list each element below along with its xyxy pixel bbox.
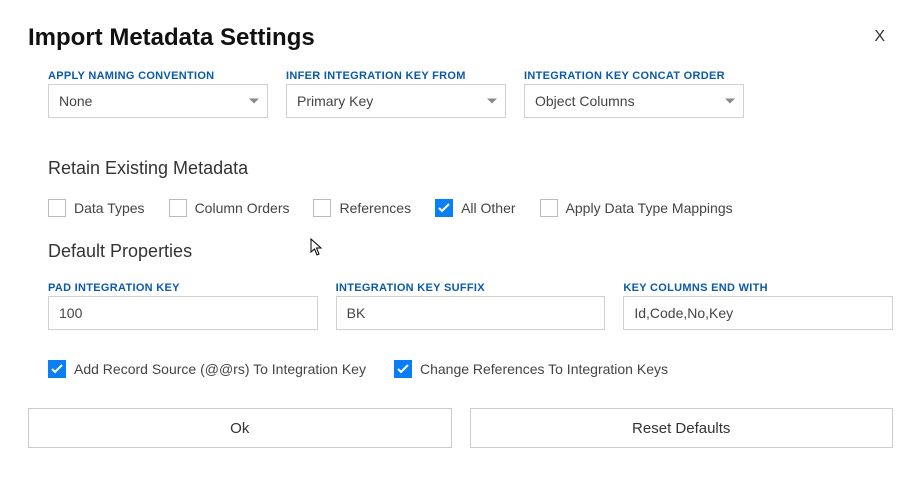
- checkbox-change-refs-label[interactable]: Change References To Integration Keys: [420, 361, 668, 377]
- dialog-title: Import Metadata Settings: [28, 24, 315, 52]
- reset-defaults-button[interactable]: Reset Defaults: [470, 408, 894, 448]
- pad-key-label: PAD INTEGRATION KEY: [48, 282, 318, 294]
- chevron-down-icon: [249, 99, 259, 104]
- concat-order-select[interactable]: Object Columns: [524, 84, 744, 118]
- suffix-input[interactable]: [336, 296, 606, 330]
- checkbox-references-label[interactable]: References: [339, 200, 411, 216]
- checkbox-data-types[interactable]: [48, 199, 66, 217]
- keyend-input[interactable]: [623, 296, 893, 330]
- checkbox-add-record-source-label[interactable]: Add Record Source (@@rs) To Integration …: [74, 361, 366, 377]
- infer-key-select[interactable]: Primary Key: [286, 84, 506, 118]
- concat-order-value: Object Columns: [535, 93, 635, 109]
- checkbox-all-other-label[interactable]: All Other: [461, 200, 515, 216]
- checkbox-change-refs[interactable]: [394, 360, 412, 378]
- checkbox-column-orders-label[interactable]: Column Orders: [195, 200, 290, 216]
- checkbox-apply-mappings-label[interactable]: Apply Data Type Mappings: [566, 200, 733, 216]
- retain-heading: Retain Existing Metadata: [48, 158, 893, 179]
- naming-convention-label: APPLY NAMING CONVENTION: [48, 70, 268, 82]
- pad-key-input[interactable]: [48, 296, 318, 330]
- checkbox-all-other[interactable]: [435, 199, 453, 217]
- concat-order-label: INTEGRATION KEY CONCAT ORDER: [524, 70, 744, 82]
- checkbox-data-types-label[interactable]: Data Types: [74, 200, 145, 216]
- checkbox-add-record-source[interactable]: [48, 360, 66, 378]
- chevron-down-icon: [725, 99, 735, 104]
- infer-key-label: INFER INTEGRATION KEY FROM: [286, 70, 506, 82]
- defaults-heading: Default Properties: [48, 241, 893, 262]
- ok-button[interactable]: Ok: [28, 408, 452, 448]
- checkbox-references[interactable]: [313, 199, 331, 217]
- naming-convention-select[interactable]: None: [48, 84, 268, 118]
- infer-key-value: Primary Key: [297, 93, 373, 109]
- chevron-down-icon: [487, 99, 497, 104]
- suffix-label: INTEGRATION KEY SUFFIX: [336, 282, 606, 294]
- naming-convention-value: None: [59, 93, 92, 109]
- checkbox-apply-mappings[interactable]: [540, 199, 558, 217]
- retain-checkbox-row: Data Types Column Orders References All …: [48, 199, 893, 217]
- close-icon[interactable]: X: [866, 24, 893, 50]
- checkbox-column-orders[interactable]: [169, 199, 187, 217]
- keyend-label: KEY COLUMNS END WITH: [623, 282, 893, 294]
